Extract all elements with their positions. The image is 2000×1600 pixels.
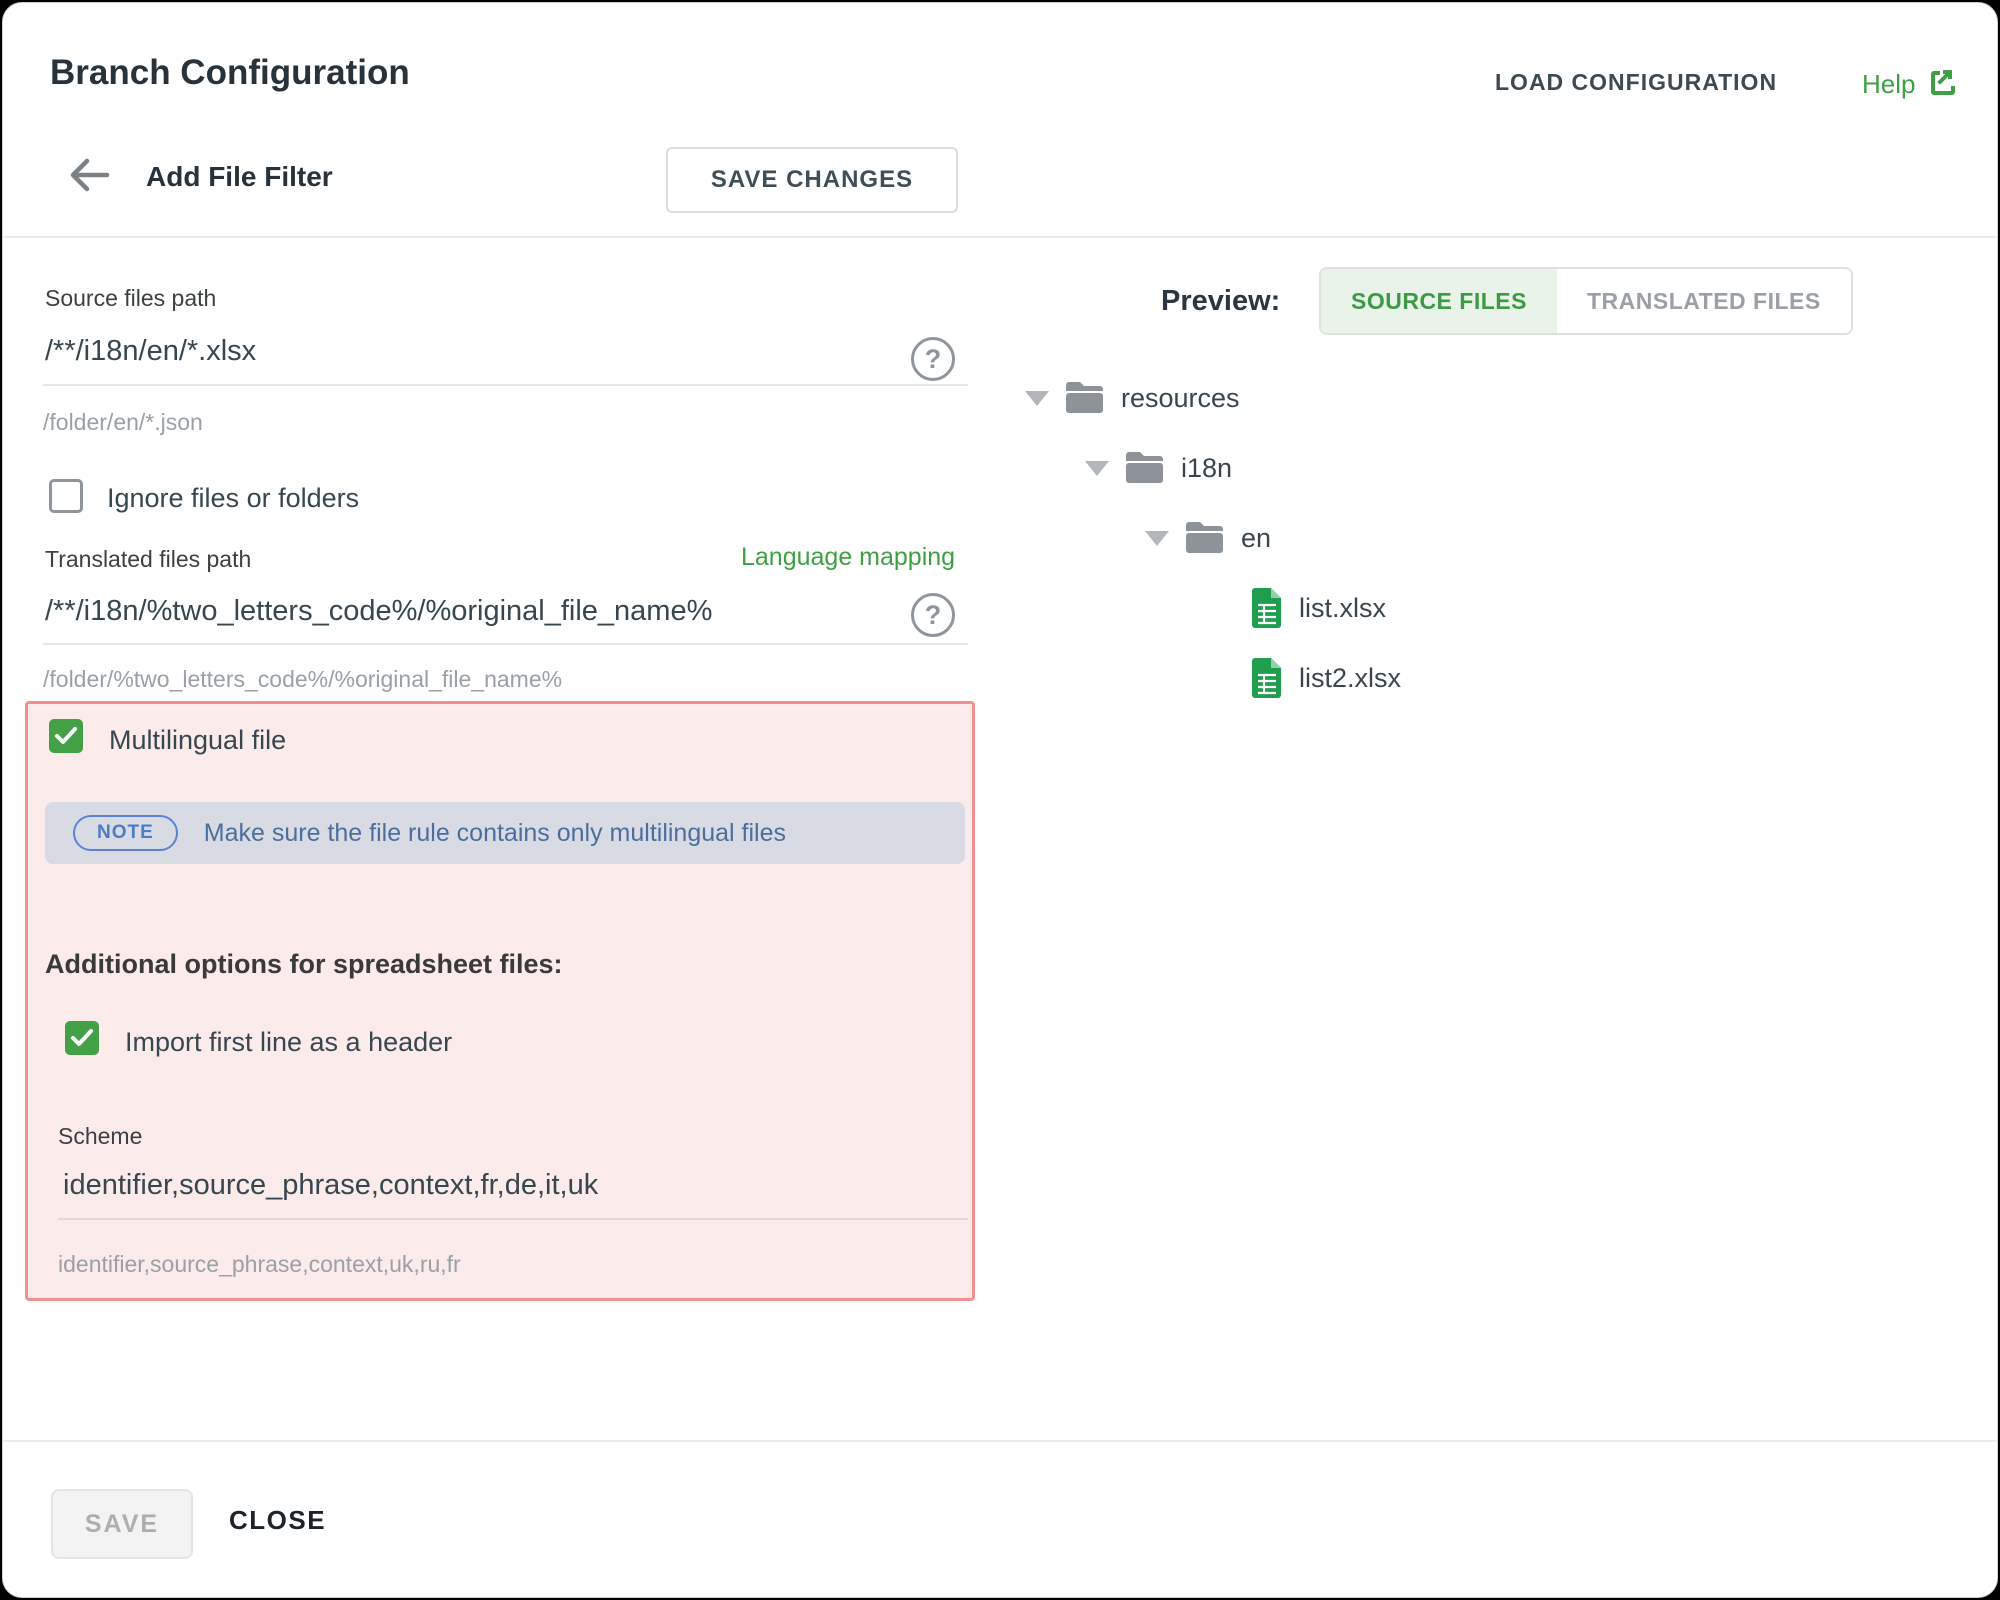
ignore-files-checkbox[interactable] (49, 479, 83, 513)
translated-files-path-label: Translated files path (45, 546, 251, 573)
tree-item-resources[interactable]: resources (1025, 375, 1240, 421)
translated-files-path-input[interactable]: /**/i18n/%two_letters_code%/%original_fi… (45, 595, 712, 628)
load-configuration-button[interactable]: LOAD CONFIGURATION (1495, 69, 1777, 96)
ignore-files-checkbox-label: Ignore files or folders (107, 483, 359, 514)
import-first-line-checkbox-label: Import first line as a header (125, 1027, 452, 1058)
chevron-down-icon[interactable] (1025, 391, 1049, 406)
header-divider (3, 236, 1997, 238)
checkmark-icon (69, 1025, 95, 1051)
save-button[interactable]: SAVE (51, 1489, 193, 1559)
folder-icon (1185, 522, 1225, 554)
back-arrow-button[interactable] (65, 151, 113, 199)
multilingual-file-checkbox-label: Multilingual file (109, 725, 286, 756)
tree-item-label: resources (1121, 383, 1240, 414)
footer-divider (3, 1440, 1997, 1442)
translated-files-path-hint: /folder/%two_letters_code%/%original_fil… (43, 666, 562, 693)
note-badge: NOTE (73, 815, 178, 851)
spreadsheet-options-title: Additional options for spreadsheet files… (45, 949, 563, 980)
tab-translated-files[interactable]: TRANSLATED FILES (1557, 269, 1851, 333)
chevron-down-icon[interactable] (1085, 461, 1109, 476)
tree-item-label: list2.xlsx (1299, 663, 1401, 694)
preview-toggle-group: SOURCE FILES TRANSLATED FILES (1319, 267, 1853, 335)
folder-icon (1065, 382, 1105, 414)
scheme-label: Scheme (58, 1123, 142, 1150)
multilingual-file-checkbox[interactable] (49, 719, 83, 753)
scheme-hint: identifier,source_phrase,context,uk,ru,f… (58, 1251, 461, 1278)
import-first-line-checkbox[interactable] (65, 1021, 99, 1055)
page-title: Branch Configuration (50, 53, 410, 93)
tree-item-en[interactable]: en (1145, 515, 1271, 561)
checkmark-icon (53, 723, 79, 749)
scheme-input[interactable]: identifier,source_phrase,context,fr,de,i… (63, 1169, 598, 1202)
source-files-path-hint: /folder/en/*.json (43, 409, 203, 436)
tab-source-files[interactable]: SOURCE FILES (1321, 269, 1557, 333)
tree-item-label: list.xlsx (1299, 593, 1386, 624)
close-button[interactable]: CLOSE (229, 1505, 326, 1536)
chevron-down-icon[interactable] (1145, 531, 1169, 546)
source-path-help-icon[interactable]: ? (911, 337, 955, 381)
tree-item-label: i18n (1181, 453, 1232, 484)
source-files-path-input[interactable]: /**/i18n/en/*.xlsx (45, 335, 256, 368)
tree-item-list-xlsx[interactable]: list.xlsx (1251, 585, 1386, 631)
help-link-label: Help (1862, 69, 1915, 100)
help-link[interactable]: Help (1862, 67, 1955, 102)
branch-configuration-dialog: Branch Configuration LOAD CONFIGURATION … (2, 2, 1998, 1598)
spreadsheet-file-icon (1251, 588, 1283, 628)
note-text: Make sure the file rule contains only mu… (204, 819, 786, 848)
tree-item-list2-xlsx[interactable]: list2.xlsx (1251, 655, 1401, 701)
tree-item-i18n[interactable]: i18n (1085, 445, 1232, 491)
scheme-underline (58, 1218, 968, 1220)
note-banner: NOTE Make sure the file rule contains on… (45, 802, 965, 864)
save-changes-button[interactable]: SAVE CHANGES (666, 147, 958, 213)
subpage-title: Add File Filter (146, 161, 333, 193)
multilingual-highlight-region (25, 701, 975, 1301)
translated-path-help-icon[interactable]: ? (911, 593, 955, 637)
spreadsheet-file-icon (1251, 658, 1283, 698)
language-mapping-link[interactable]: Language mapping (741, 543, 955, 572)
folder-icon (1125, 452, 1165, 484)
source-files-path-label: Source files path (45, 285, 216, 312)
source-path-underline (43, 384, 968, 386)
translated-path-underline (43, 643, 968, 645)
external-link-icon (1927, 67, 1955, 102)
tree-item-label: en (1241, 523, 1271, 554)
preview-label: Preview: (1161, 285, 1280, 318)
